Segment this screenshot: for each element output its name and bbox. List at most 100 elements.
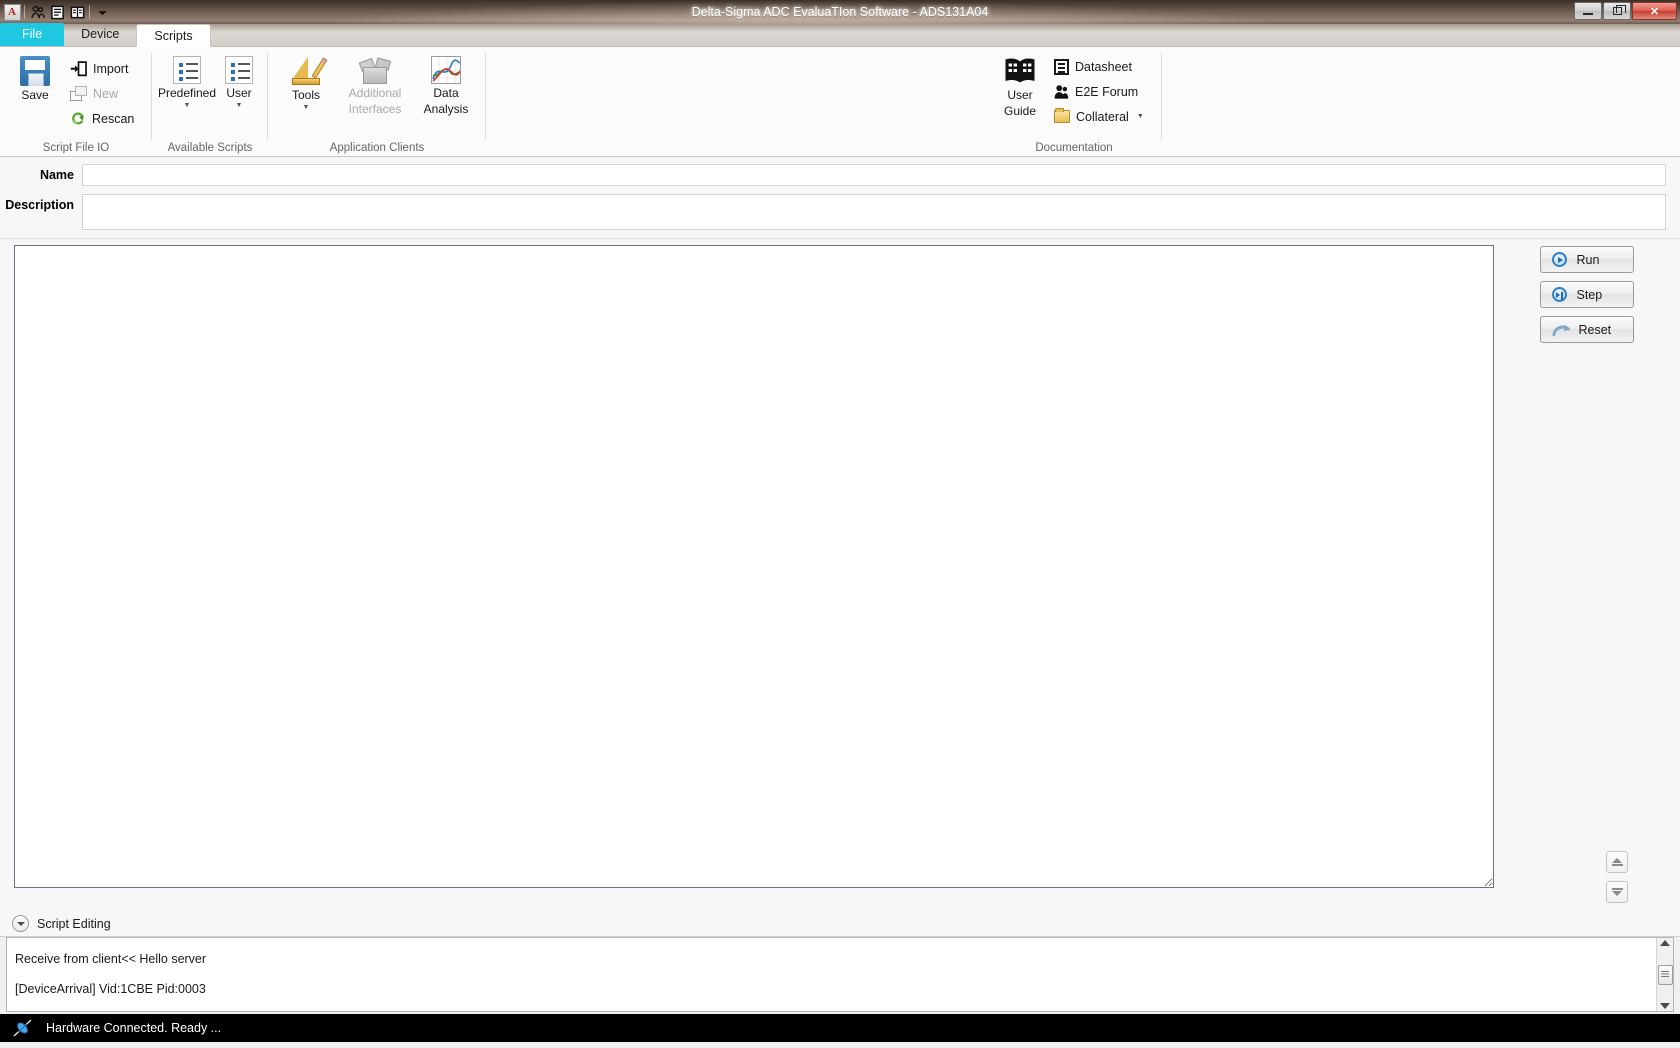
reset-button[interactable]: Reset bbox=[1539, 316, 1634, 343]
script-editing-collapser[interactable]: Script Editing bbox=[0, 911, 1680, 937]
run-button[interactable]: Run bbox=[1539, 246, 1634, 273]
user-guide-label-line2: Guide bbox=[1003, 104, 1037, 118]
reset-arrow-icon bbox=[1551, 323, 1570, 337]
user-scripts-button[interactable]: User ▼ bbox=[216, 50, 262, 122]
document-icon[interactable] bbox=[47, 2, 67, 22]
rescan-refresh-icon bbox=[70, 111, 86, 126]
ribbon-group-label-application-clients: Application Clients bbox=[329, 142, 425, 154]
import-label: Import bbox=[93, 61, 129, 76]
script-editing-label: Script Editing bbox=[37, 916, 111, 931]
import-arrow-icon bbox=[70, 60, 87, 77]
chevron-down-icon[interactable]: ▼ bbox=[1137, 113, 1144, 120]
ribbon-spacer bbox=[486, 47, 986, 156]
datasheet-button[interactable]: Datasheet bbox=[1050, 56, 1148, 77]
ribbon-group-application-clients: Tools ▼ Additional Interfaces Data Analy… bbox=[268, 47, 486, 156]
ribbon-group-documentation: User Guide Datasheet E2E Forum Collatera… bbox=[986, 47, 1162, 156]
close-button[interactable]: ✕ bbox=[1632, 2, 1677, 20]
collateral-button[interactable]: Collateral ▼ bbox=[1050, 106, 1148, 127]
scroll-down-arrow-icon[interactable] bbox=[1660, 1003, 1670, 1009]
application-window: A Delta-Sigma ADC EvaluaTIon Software - … bbox=[0, 0, 1680, 1048]
description-input[interactable] bbox=[82, 194, 1666, 230]
up-triangle-icon bbox=[1612, 858, 1622, 863]
editor-scroll-nav bbox=[1606, 851, 1628, 903]
open-box-icon bbox=[358, 56, 392, 84]
save-button[interactable]: Save bbox=[4, 50, 66, 122]
chevron-down-icon[interactable] bbox=[92, 2, 112, 22]
scroll-up-arrow-icon[interactable] bbox=[1660, 940, 1670, 946]
minimize-button[interactable] bbox=[1574, 2, 1602, 20]
log-text: Receive from client<< Hello server [Devi… bbox=[7, 938, 1656, 1011]
window-bottom-edge bbox=[0, 1042, 1680, 1048]
user-guide-label-line1: User bbox=[1007, 88, 1033, 102]
name-input[interactable] bbox=[82, 164, 1666, 186]
open-book-icon bbox=[1003, 56, 1037, 86]
bar-icon bbox=[1611, 864, 1623, 866]
log-scrollbar[interactable] bbox=[1656, 938, 1673, 1011]
log-panel: Receive from client<< Hello server [Devi… bbox=[6, 937, 1674, 1012]
new-button: New bbox=[66, 83, 138, 104]
status-text: Hardware Connected. Ready ... bbox=[46, 1021, 222, 1035]
window-title: Delta-Sigma ADC EvaluaTIon Software - AD… bbox=[691, 5, 989, 19]
down-triangle-icon bbox=[1612, 891, 1622, 896]
chevron-down-icon[interactable]: ▼ bbox=[303, 104, 310, 111]
user-guide-button[interactable]: User Guide bbox=[990, 50, 1050, 122]
ribbon-group-label-documentation: Documentation bbox=[1035, 142, 1113, 154]
datasheet-label: Datasheet bbox=[1075, 59, 1132, 74]
people-icon[interactable] bbox=[27, 2, 47, 22]
description-row: Description bbox=[0, 194, 1666, 230]
restore-button[interactable] bbox=[1603, 2, 1631, 20]
predefined-scripts-button[interactable]: Predefined ▼ bbox=[158, 50, 216, 122]
usb-plug-icon bbox=[12, 1018, 34, 1038]
run-button-label: Run bbox=[1576, 252, 1600, 267]
tools-label: Tools bbox=[291, 88, 320, 102]
chevron-down-icon[interactable]: ▼ bbox=[184, 102, 191, 109]
ribbon-group-script-file-io: Save Import New Rescan Script File IO bbox=[0, 47, 152, 156]
scroll-up-button[interactable] bbox=[1606, 851, 1628, 873]
ribbon-group-label-available-scripts: Available Scripts bbox=[167, 142, 253, 154]
window-controls: ✕ bbox=[1574, 2, 1677, 20]
rescan-button[interactable]: Rescan bbox=[66, 108, 138, 129]
script-editor[interactable] bbox=[14, 245, 1494, 888]
qat-separator-1 bbox=[24, 5, 25, 19]
rescan-label: Rescan bbox=[92, 111, 135, 126]
script-metadata-form: Name Description bbox=[0, 157, 1680, 239]
data-analysis-button[interactable]: Data Analysis bbox=[415, 50, 477, 122]
additional-interfaces-button: Additional Interfaces bbox=[339, 50, 411, 122]
bar-icon bbox=[1611, 888, 1623, 890]
name-row: Name bbox=[0, 164, 1666, 186]
scrollbar-thumb[interactable] bbox=[1657, 964, 1673, 985]
app-logo-icon: A bbox=[3, 3, 21, 21]
step-button[interactable]: Step bbox=[1539, 281, 1634, 308]
book-icon[interactable] bbox=[67, 2, 87, 22]
chevron-down-icon[interactable] bbox=[12, 915, 29, 932]
script-action-buttons: Run Step Reset bbox=[1494, 245, 1679, 911]
ribbon-group-label-script-file-io: Script File IO bbox=[42, 142, 110, 154]
e2e-forum-button[interactable]: E2E Forum bbox=[1050, 81, 1148, 102]
step-button-label: Step bbox=[1576, 287, 1603, 302]
scroll-down-button[interactable] bbox=[1606, 881, 1628, 903]
tab-scripts[interactable]: Scripts bbox=[136, 24, 211, 47]
tools-button[interactable]: Tools ▼ bbox=[277, 50, 335, 122]
tab-device[interactable]: Device bbox=[64, 23, 136, 46]
app-menu-button[interactable]: A bbox=[2, 2, 22, 22]
description-label: Description bbox=[5, 198, 74, 212]
chevron-down-icon[interactable]: ▼ bbox=[236, 102, 243, 109]
ribbon-group-separator-3 bbox=[485, 53, 486, 140]
new-label: New bbox=[93, 86, 119, 101]
editor-wrapper bbox=[14, 245, 1494, 911]
ribbon-tab-strip: File Device Scripts bbox=[0, 23, 1680, 47]
data-analysis-label-line2: Analysis bbox=[423, 102, 469, 116]
log-line: [DeviceArrival] Vid:1CBE Pid:0003 bbox=[15, 982, 206, 996]
import-button[interactable]: Import bbox=[66, 58, 138, 79]
bullet-list-icon bbox=[173, 56, 201, 84]
reset-button-label: Reset bbox=[1578, 322, 1612, 337]
new-file-icon bbox=[70, 86, 87, 101]
log-line: Receive from client<< Hello server bbox=[15, 952, 207, 966]
document-sheet-icon bbox=[1054, 58, 1069, 75]
ribbon: Save Import New Rescan Script File IO Pr… bbox=[0, 47, 1680, 157]
work-area: Run Step Reset bbox=[0, 239, 1680, 911]
predefined-label: Predefined bbox=[157, 86, 217, 100]
collateral-label: Collateral bbox=[1076, 109, 1129, 124]
additional-interfaces-label-line1: Additional bbox=[348, 86, 402, 100]
tab-file[interactable]: File bbox=[0, 23, 65, 46]
